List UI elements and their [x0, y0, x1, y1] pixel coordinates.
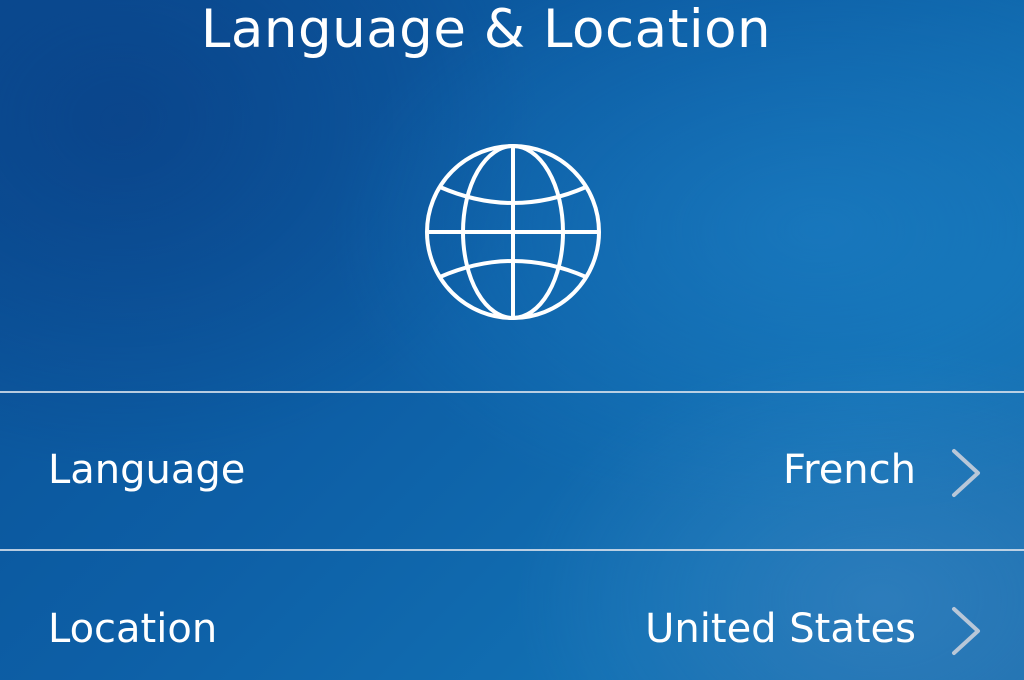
chevron-right-icon: [952, 449, 980, 497]
page-title: Language & Location: [200, 0, 772, 60]
settings-row-language[interactable]: Language French: [0, 393, 1024, 549]
settings-row-label: Location: [48, 606, 218, 652]
settings-row-value: French: [783, 447, 916, 493]
settings-row-value: United States: [645, 606, 916, 652]
globe-icon: [425, 144, 601, 320]
settings-row-location[interactable]: Location United States: [0, 551, 1024, 680]
settings-row-label: Language: [48, 447, 246, 493]
chevron-right-icon: [952, 607, 980, 655]
